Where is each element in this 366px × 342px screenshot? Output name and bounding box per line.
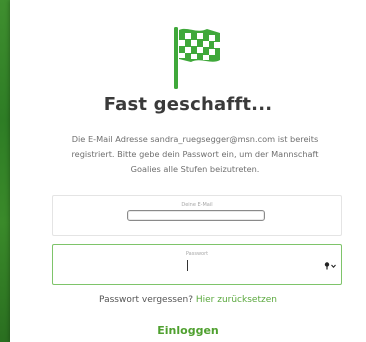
email-field-label: Deine E-Mail: [181, 202, 213, 208]
forgot-password-text: Passwort vergessen?: [99, 295, 193, 305]
email-input[interactable]: [127, 210, 265, 221]
email-field: Deine E-Mail: [52, 195, 342, 236]
key-icon[interactable]: [324, 262, 338, 270]
password-field-label: Passwort: [185, 251, 209, 257]
reset-password-link[interactable]: Hier zurücksetzen: [196, 295, 277, 305]
checkered-flag-icon: [174, 27, 220, 89]
forgot-password-row: Passwort vergessen? Hier zurücksetzen: [10, 295, 366, 305]
description-line-1: Die E-Mail Adresse sandra_ruegsegger@msn…: [71, 134, 319, 144]
description-line-3: Goalies alle Stufen beizutreten.: [130, 164, 260, 174]
description-line-2: registriert. Bitte gebe dein Passwort ei…: [71, 149, 319, 159]
description-text: Die E-Mail Adresse sandra_ruegsegger@msn…: [50, 132, 340, 177]
text-cursor: [187, 260, 188, 271]
login-button[interactable]: Einloggen: [10, 324, 366, 337]
password-field[interactable]: Passwort: [52, 244, 342, 285]
page-title: Fast geschafft...: [103, 94, 273, 115]
